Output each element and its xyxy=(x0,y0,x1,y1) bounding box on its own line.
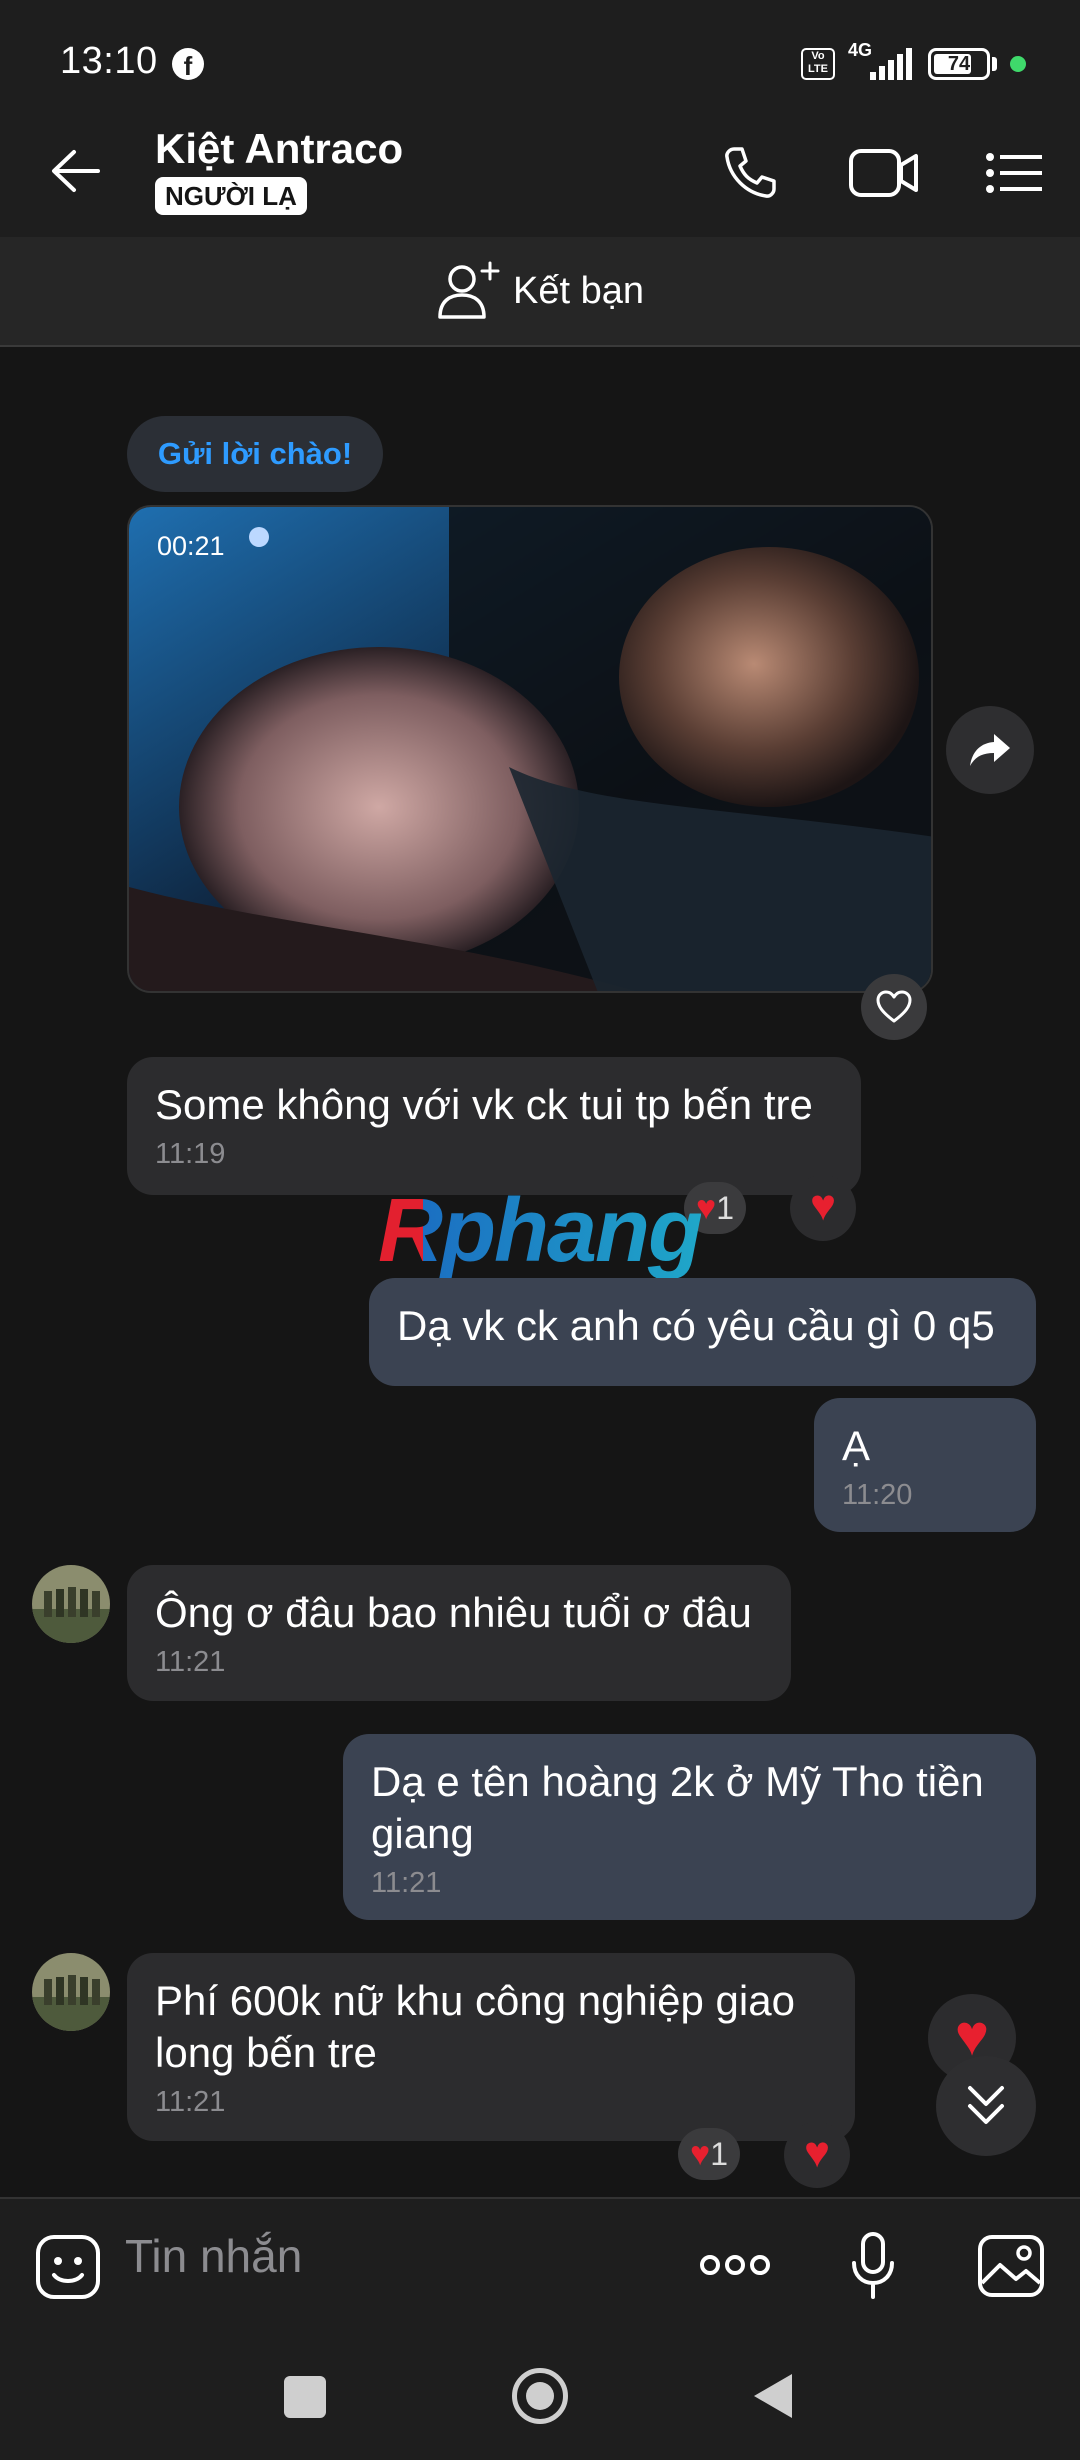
active-indicator-dot xyxy=(1010,56,1026,72)
avatar-image xyxy=(32,1565,110,1643)
message-text: Phí 600k nữ khu công nghiệp giao long bế… xyxy=(155,1977,795,2076)
watermark: Rphang xyxy=(378,1180,703,1283)
message-bubble-incoming[interactable]: Phí 600k nữ khu công nghiệp giao long bế… xyxy=(127,1953,855,2141)
watermark-text: Rphang xyxy=(378,1181,703,1281)
react-heart-button[interactable]: ♥ xyxy=(784,2122,850,2188)
heart-icon: ♥ xyxy=(803,2128,831,2177)
signal-icon xyxy=(870,48,912,80)
send-greeting-button[interactable]: Gửi lời chào! xyxy=(127,416,383,492)
message-text: Ông ơ đâu bao nhiêu tuổi ơ đâu xyxy=(155,1589,752,1636)
message-bubble-incoming[interactable]: Ông ơ đâu bao nhiêu tuổi ơ đâu 11:21 xyxy=(127,1565,791,1701)
reaction-count-value: 1 xyxy=(710,2136,728,2172)
message-bubble-outgoing[interactable]: Dạ e tên hoàng 2k ở Mỹ Tho tiền giang 11… xyxy=(343,1734,1036,1920)
back-nav-icon[interactable] xyxy=(752,2372,794,2420)
message-time: 11:21 xyxy=(371,1867,442,1899)
back-arrow-icon[interactable] xyxy=(48,147,104,195)
scroll-to-bottom-button[interactable] xyxy=(936,2056,1036,2156)
system-navigation-bar xyxy=(0,2332,1080,2460)
volte-icon: Vo LTE xyxy=(801,48,835,80)
heart-outline-icon xyxy=(876,990,912,1023)
share-button[interactable] xyxy=(946,706,1034,794)
sender-avatar[interactable] xyxy=(32,1953,110,2031)
reaction-count-value: 1 xyxy=(716,1190,734,1226)
add-friend-bar[interactable]: Kết bạn xyxy=(0,237,1080,347)
sender-avatar[interactable] xyxy=(32,1565,110,1643)
add-friend-icon xyxy=(438,261,500,319)
sticker-emoji-icon[interactable] xyxy=(34,2233,102,2301)
message-composer: Tin nhắn xyxy=(0,2197,1080,2332)
heart-reaction-icon: ♥ xyxy=(690,2135,711,2173)
recents-button[interactable] xyxy=(284,2376,326,2418)
add-friend-label: Kết bạn xyxy=(513,270,644,312)
message-time: 11:21 xyxy=(155,2086,226,2118)
battery-tip xyxy=(992,57,997,71)
phone-call-icon[interactable] xyxy=(720,143,780,203)
contact-name[interactable]: Kiệt Antraco xyxy=(155,125,403,173)
status-time: 13:10 xyxy=(60,40,158,82)
reaction-count[interactable]: ♥1 xyxy=(678,2128,740,2180)
message-bubble-incoming[interactable]: Some không với vk ck tui tp bến tre 11:1… xyxy=(127,1057,861,1195)
facebook-notification-icon: f xyxy=(172,48,204,81)
menu-list-icon[interactable] xyxy=(984,151,1044,195)
video-call-icon[interactable] xyxy=(848,147,920,199)
react-heart-button[interactable]: ♥ xyxy=(790,1175,856,1241)
message-time: 11:20 xyxy=(842,1479,913,1511)
message-bubble-outgoing[interactable]: Ạ 11:20 xyxy=(814,1398,1036,1532)
battery-percent: 74 xyxy=(947,53,971,75)
share-forward-icon xyxy=(970,734,1010,766)
chat-header: Kiệt Antraco NGƯỜI LẠ xyxy=(0,105,1080,237)
message-time: 11:19 xyxy=(155,1138,226,1170)
double-chevron-down-icon xyxy=(968,2086,1004,2124)
video-duration: 00:21 xyxy=(157,531,225,561)
avatar-image xyxy=(32,1953,110,2031)
like-button[interactable] xyxy=(861,974,927,1040)
message-bubble-outgoing[interactable]: Dạ vk ck anh có yêu cầu gì 0 q5 xyxy=(369,1278,1036,1386)
image-gallery-icon[interactable] xyxy=(976,2233,1046,2299)
battery-icon: 74 xyxy=(928,48,990,80)
message-text: Some không với vk ck tui tp bến tre xyxy=(155,1081,813,1128)
microphone-icon[interactable] xyxy=(850,2231,896,2301)
message-text: Dạ vk ck anh có yêu cầu gì 0 q5 xyxy=(397,1302,995,1349)
video-thumbnail xyxy=(129,507,931,991)
home-button-dot xyxy=(526,2382,554,2410)
message-text: Ạ xyxy=(842,1422,871,1469)
video-message[interactable]: 00:21 xyxy=(127,505,933,993)
heart-icon: ♥ xyxy=(809,1181,837,1230)
message-input[interactable]: Tin nhắn xyxy=(125,2229,302,2283)
home-button[interactable] xyxy=(512,2368,568,2424)
more-options-icon[interactable] xyxy=(698,2253,772,2277)
status-bar: 13:10 f Vo LTE 4G 74 xyxy=(0,0,1080,105)
message-time: 11:21 xyxy=(155,1646,226,1678)
stranger-badge: NGƯỜI LẠ xyxy=(155,177,307,215)
message-text: Dạ e tên hoàng 2k ở Mỹ Tho tiền giang xyxy=(371,1758,984,1857)
